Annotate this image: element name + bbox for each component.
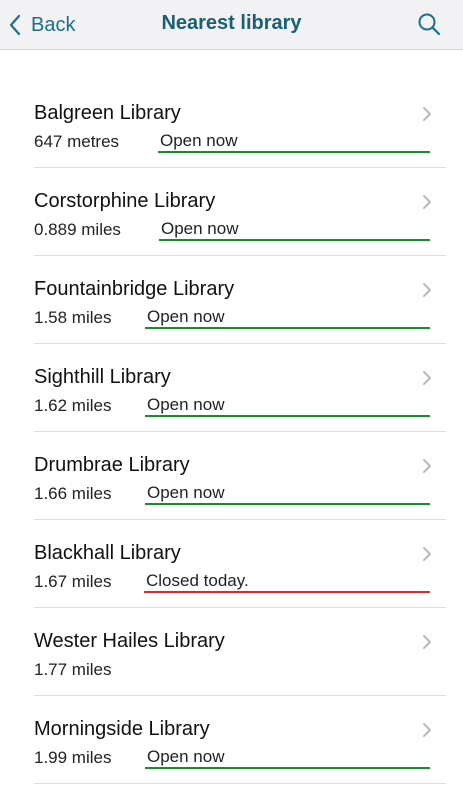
library-status: Open now xyxy=(145,395,430,417)
library-distance: 647 metres xyxy=(34,132,120,151)
library-status: Open now xyxy=(145,307,430,329)
library-name: Corstorphine Library xyxy=(34,190,216,212)
library-distance: 1.66 miles xyxy=(34,484,112,503)
navigation-bar: Back Nearest library xyxy=(0,0,463,50)
library-row[interactable]: Drumbrae Library 1.66 miles Open now xyxy=(34,432,446,520)
page-title: Nearest library xyxy=(161,12,302,34)
chevron-right-icon xyxy=(423,283,431,297)
library-distance: 1.58 miles xyxy=(34,308,112,327)
library-status: Open now xyxy=(159,219,430,241)
library-name: Fountainbridge Library xyxy=(34,278,235,300)
library-row[interactable]: Fountainbridge Library 1.58 miles Open n… xyxy=(34,256,446,344)
library-row[interactable]: Sighthill Library 1.62 miles Open now xyxy=(34,344,446,432)
chevron-right-icon xyxy=(423,547,431,561)
library-row[interactable]: Wester Hailes Library 1.77 miles xyxy=(34,608,446,696)
library-name: Blackhall Library xyxy=(34,542,181,564)
chevron-right-icon xyxy=(423,371,431,385)
library-distance: 1.62 miles xyxy=(34,396,112,415)
library-status: Open now xyxy=(158,131,430,153)
library-row[interactable]: Morningside Library 1.99 miles Open now xyxy=(34,696,446,784)
library-name: Morningside Library xyxy=(34,718,210,740)
library-name: Sighthill Library xyxy=(34,366,171,388)
library-distance: 1.77 miles xyxy=(34,660,112,679)
chevron-right-icon xyxy=(423,635,431,649)
library-name: Balgreen Library xyxy=(34,102,181,124)
library-row[interactable]: Corstorphine Library 0.889 miles Open no… xyxy=(34,168,446,256)
chevron-right-icon xyxy=(423,459,431,473)
chevron-right-icon xyxy=(423,195,431,209)
library-distance: 1.67 miles xyxy=(34,572,112,591)
search-icon[interactable] xyxy=(417,12,441,36)
library-name: Drumbrae Library xyxy=(34,454,190,476)
library-list: Balgreen Library 647 metres Open now Cor… xyxy=(0,80,463,784)
chevron-right-icon xyxy=(423,723,431,737)
library-distance: 0.889 miles xyxy=(34,220,121,239)
chevron-right-icon xyxy=(423,107,431,121)
library-status: Open now xyxy=(145,747,430,769)
library-row[interactable]: Blackhall Library 1.67 miles Closed toda… xyxy=(34,520,446,608)
library-status: Closed today. xyxy=(144,571,430,593)
library-row[interactable]: Balgreen Library 647 metres Open now xyxy=(34,80,446,168)
library-status: Open now xyxy=(145,483,430,505)
library-name: Wester Hailes Library xyxy=(34,630,225,652)
library-distance: 1.99 miles xyxy=(34,748,112,767)
